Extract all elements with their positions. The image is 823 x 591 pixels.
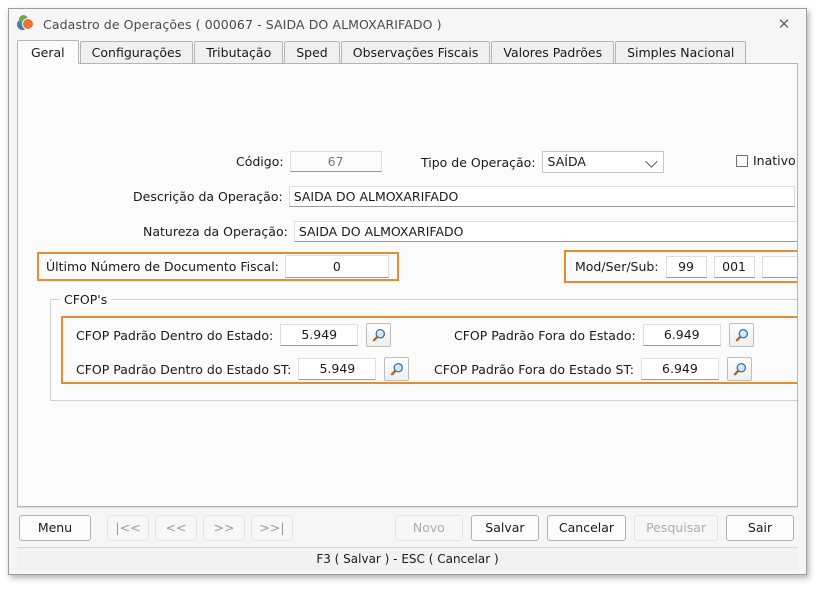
inativo-checkbox[interactable] [736, 154, 748, 167]
magnifier-icon[interactable] [384, 357, 410, 381]
mod-input[interactable]: 99 [665, 255, 707, 278]
record-navigation-group: |<< << >> >>| [107, 514, 293, 541]
menu-button[interactable]: Menu [19, 514, 91, 541]
codigo-label: Código: [236, 154, 284, 169]
tipo-operacao-field-group: Tipo de Operação: SAÍDA [421, 151, 664, 173]
inativo-label: Inativo [753, 153, 796, 168]
cfop-fields-group: CFOP Padrão Dentro do Estado: 5.949 CFOP… [61, 316, 797, 384]
inativo-checkbox-group[interactable]: Inativo [736, 153, 796, 168]
tab-page-geral: Código: 67 Tipo de Operação: SAÍDA Inati… [17, 64, 798, 507]
tab-strip: Geral Configurações Tributação Sped Obse… [17, 39, 798, 64]
novo-button[interactable]: Novo [394, 514, 463, 541]
cfop-dentro-estado-label: CFOP Padrão Dentro do Estado: [76, 327, 274, 343]
cfop-fora-estado-st-label: CFOP Padrão Fora do Estado ST: [434, 361, 634, 377]
first-record-button[interactable]: |<< [107, 514, 149, 541]
mod-ser-sub-group: Mod/Ser/Sub: 99 001 [564, 250, 797, 283]
tab-geral[interactable]: Geral [17, 40, 79, 64]
cfop-groupbox-legend: CFOP's [60, 292, 112, 307]
tipo-operacao-select[interactable]: SAÍDA [541, 151, 664, 173]
natureza-label: Natureza da Operação: [143, 224, 288, 239]
tab-valores-padroes[interactable]: Valores Padrões [491, 41, 615, 63]
last-record-button[interactable]: >>| [251, 514, 293, 541]
ultimo-documento-fiscal-input[interactable]: 0 [284, 255, 389, 278]
application-window: Cadastro de Operações ( 000067 - SAIDA D… [8, 8, 807, 575]
next-record-button[interactable]: >> [203, 514, 245, 541]
descricao-label: Descrição da Operação: [133, 189, 283, 204]
descricao-input[interactable]: SAIDA DO ALMOXARIFADO [288, 186, 795, 207]
magnifier-icon[interactable] [366, 323, 392, 347]
tab-simples-nacional[interactable]: Simples Nacional [615, 41, 747, 63]
codigo-field-group: Código: 67 [236, 151, 382, 172]
salvar-button[interactable]: Salvar [470, 514, 539, 541]
cfop-fora-estado-st-input[interactable]: 6.949 [640, 358, 719, 380]
cfop-dentro-estado-st-input[interactable]: 5.949 [298, 358, 377, 380]
window-title: Cadastro de Operações ( 000067 - SAIDA D… [43, 16, 442, 32]
tipo-operacao-label: Tipo de Operação: [421, 154, 536, 170]
codigo-input[interactable]: 67 [289, 151, 382, 172]
sair-button[interactable]: Sair [726, 514, 794, 541]
tab-sped[interactable]: Sped [284, 41, 340, 63]
cfop-dentro-estado-input[interactable]: 5.949 [280, 324, 359, 346]
cfop-fora-estado-label: CFOP Padrão Fora do Estado: [454, 327, 636, 343]
cfop-fora-estado-input[interactable]: 6.949 [642, 324, 721, 346]
cfop-fora-estado-group: CFOP Padrão Fora do Estado: 6.949 [454, 323, 754, 347]
ultimo-documento-fiscal-group: Último Número de Documento Fiscal: 0 [37, 252, 399, 281]
close-icon[interactable]: ✕ [762, 9, 806, 38]
ser-input[interactable]: 001 [713, 255, 755, 278]
action-toolbar: Menu |<< << >> >>| Novo Salvar Cancelar … [17, 507, 798, 547]
cfop-dentro-estado-st-label: CFOP Padrão Dentro do Estado ST: [76, 361, 292, 377]
cancelar-button[interactable]: Cancelar [546, 514, 627, 541]
app-logo-icon [17, 15, 35, 33]
cfop-dentro-estado-st-group: CFOP Padrão Dentro do Estado ST: 5.949 [76, 357, 410, 381]
crud-button-group: Novo Salvar Cancelar Pesquisar Sair [394, 514, 796, 541]
chevron-down-icon [644, 155, 658, 168]
status-bar: F3 ( Salvar ) - ESC ( Cancelar ) [17, 547, 798, 570]
natureza-input[interactable]: SAIDA DO ALMOXARIFADO [293, 221, 797, 242]
pesquisar-button[interactable]: Pesquisar [634, 514, 718, 541]
tab-observacoes-fiscais[interactable]: Observações Fiscais [340, 41, 491, 63]
descricao-field-group: Descrição da Operação: SAIDA DO ALMOXARI… [133, 186, 795, 207]
magnifier-icon[interactable] [726, 357, 752, 381]
status-bar-hint: F3 ( Salvar ) - ESC ( Cancelar ) [316, 552, 499, 566]
tab-configuracoes[interactable]: Configurações [79, 41, 194, 63]
cfop-fora-estado-st-group: CFOP Padrão Fora do Estado ST: 6.949 [434, 357, 752, 381]
natureza-field-group: Natureza da Operação: SAIDA DO ALMOXARIF… [143, 221, 797, 242]
previous-record-button[interactable]: << [155, 514, 197, 541]
tab-tributacao[interactable]: Tributação [194, 41, 284, 63]
mod-ser-sub-label: Mod/Ser/Sub: [575, 259, 659, 274]
ultimo-documento-fiscal-label: Último Número de Documento Fiscal: [46, 259, 279, 274]
sub-input[interactable] [761, 255, 797, 278]
cfop-dentro-estado-group: CFOP Padrão Dentro do Estado: 5.949 [76, 323, 392, 347]
title-bar: Cadastro de Operações ( 000067 - SAIDA D… [9, 9, 806, 39]
tipo-operacao-value: SAÍDA [547, 154, 586, 169]
magnifier-icon[interactable] [728, 323, 754, 347]
